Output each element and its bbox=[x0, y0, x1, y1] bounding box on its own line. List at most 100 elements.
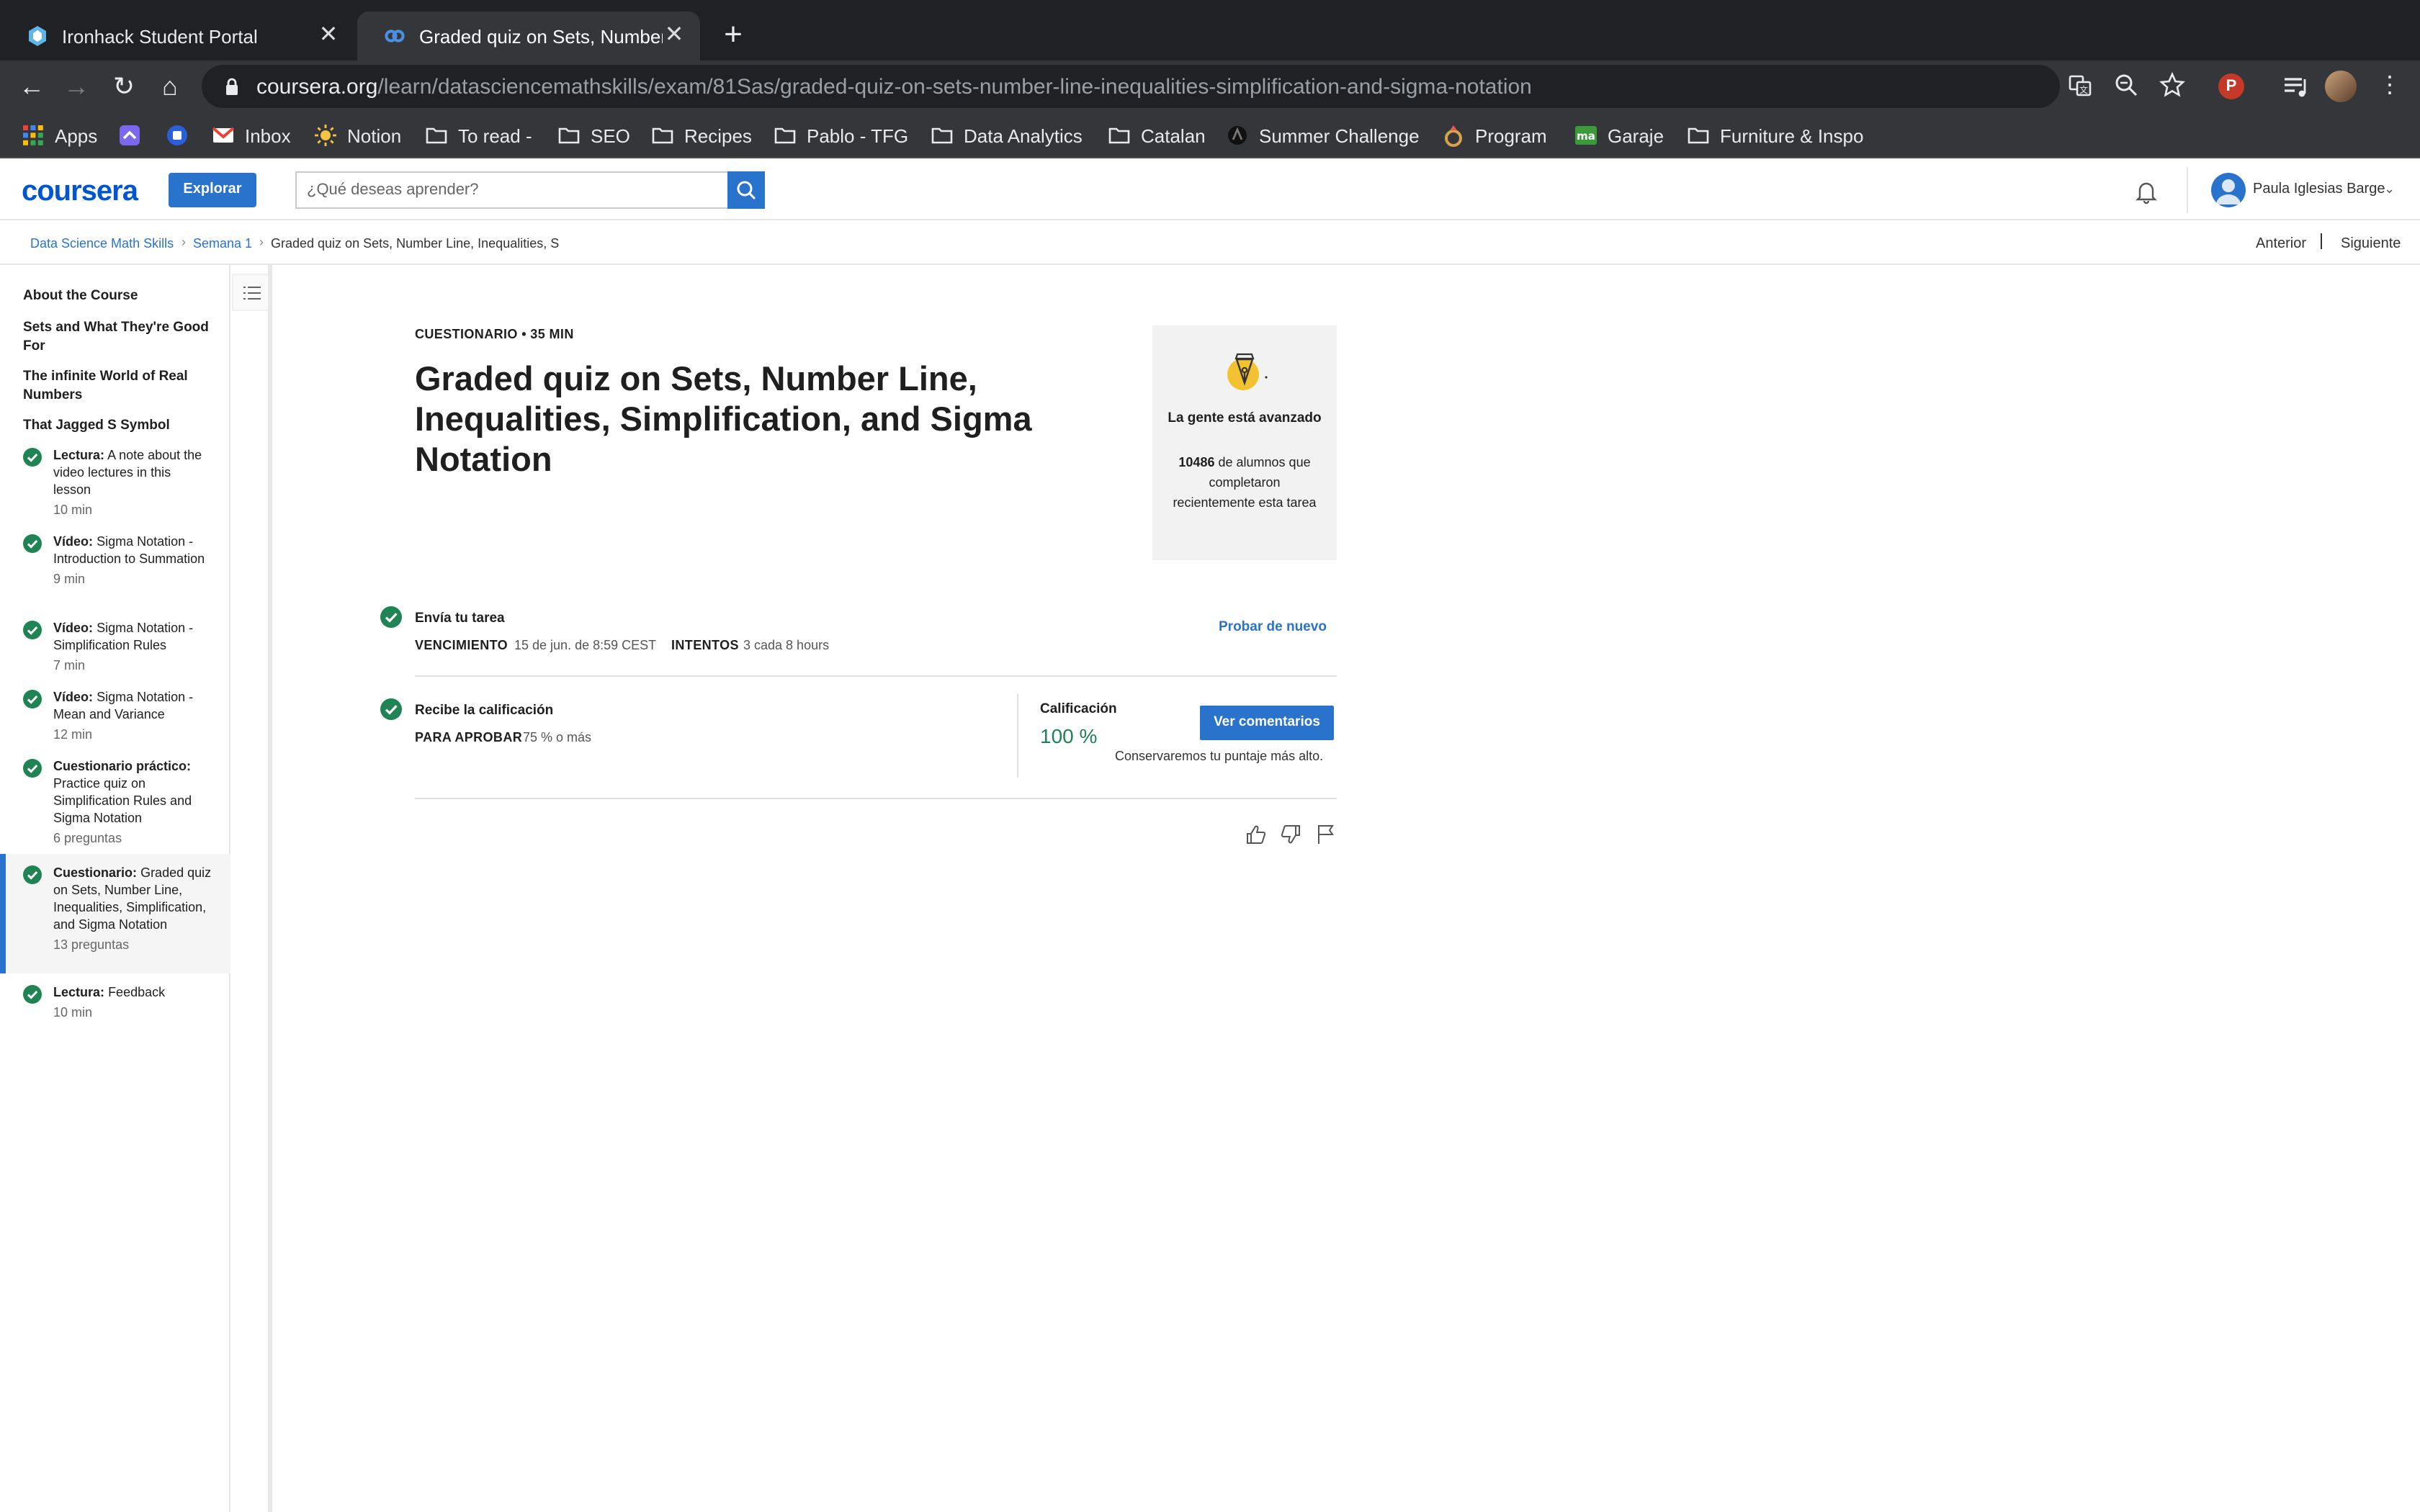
bookmark-folder-to-read[interactable]: To read - bbox=[425, 122, 532, 148]
breadcrumb-week[interactable]: Semana 1 bbox=[193, 236, 252, 251]
sidebar-item-practice-quiz[interactable]: Cuestionario práctico: Practice quiz on … bbox=[0, 755, 230, 852]
forward-icon[interactable]: → bbox=[60, 71, 92, 102]
item-kind: Vídeo: bbox=[53, 690, 94, 704]
user-avatar[interactable] bbox=[2211, 173, 2246, 207]
folder-icon bbox=[652, 127, 673, 144]
bookmark-label: Pablo - TFG bbox=[807, 125, 909, 146]
bookmark-folder-seo[interactable]: SEO bbox=[557, 122, 630, 148]
content-divider bbox=[268, 265, 272, 1512]
grade-value: 100 % bbox=[1040, 724, 1098, 747]
bookmark-label: Apps bbox=[55, 125, 98, 146]
gmail-icon bbox=[212, 127, 235, 143]
item-meta: 10 min bbox=[53, 1005, 93, 1020]
folder-icon bbox=[774, 127, 796, 144]
bookmark-garaje[interactable]: ma Garaje bbox=[1574, 122, 1664, 148]
svg-text:文: 文 bbox=[2079, 84, 2088, 95]
media-queue-icon[interactable] bbox=[2280, 71, 2312, 102]
list-toggle-icon bbox=[243, 287, 261, 300]
profile-avatar[interactable] bbox=[2325, 71, 2357, 102]
next-link[interactable]: Siguiente bbox=[2341, 236, 2401, 252]
bookmark-blue-app[interactable] bbox=[166, 122, 199, 148]
bookmark-label: Program bbox=[1475, 125, 1547, 146]
flag-icon[interactable] bbox=[1315, 824, 1335, 845]
bookmark-folder-recipes[interactable]: Recipes bbox=[651, 122, 752, 148]
item-meta: 10 min bbox=[53, 503, 93, 517]
svg-text:ma: ma bbox=[1577, 130, 1595, 143]
user-name[interactable]: Paula Iglesias Barge bbox=[2253, 181, 2385, 197]
folder-icon bbox=[1688, 127, 1709, 144]
chevron-right-icon: › bbox=[182, 235, 186, 249]
bookmark-star-icon[interactable] bbox=[2159, 72, 2185, 98]
thumbs-up-icon[interactable] bbox=[1246, 824, 1266, 845]
item-meta: 9 min bbox=[53, 572, 86, 586]
retry-link[interactable]: Probar de nuevo bbox=[1219, 619, 1327, 635]
close-tab-icon[interactable]: ✕ bbox=[663, 24, 686, 48]
address-bar[interactable]: coursera.org/learn/datasciencemathskills… bbox=[202, 65, 2060, 108]
sidebar-item-video-simplification-rules[interactable]: Vídeo: Sigma Notation - Simplification R… bbox=[0, 616, 230, 681]
sun-icon bbox=[315, 125, 336, 146]
sidebar-section[interactable]: The infinite World of Real Numbers bbox=[23, 367, 210, 405]
sidebar-item-graded-quiz[interactable]: Cuestionario: Graded quiz on Sets, Numbe… bbox=[0, 854, 230, 973]
item-type-duration: CUESTIONARIO • 35 MIN bbox=[415, 327, 574, 341]
thumbs-down-icon[interactable] bbox=[1281, 824, 1301, 845]
item-kind: Lectura: bbox=[53, 448, 105, 462]
close-tab-icon[interactable]: ✕ bbox=[317, 24, 340, 48]
sidebar-item-lecture-feedback[interactable]: Lectura: Feedback 10 min bbox=[0, 981, 230, 1030]
coursera-logo[interactable]: coursera bbox=[22, 176, 138, 209]
item-kind: Cuestionario práctico: bbox=[53, 759, 192, 773]
previous-link[interactable]: Anterior bbox=[2256, 236, 2306, 252]
due-value: 15 de jun. de 8:59 CEST bbox=[514, 638, 657, 652]
folder-icon bbox=[931, 127, 953, 144]
bookmark-notion[interactable]: Notion bbox=[314, 122, 401, 148]
sidebar-section[interactable]: That Jagged S Symbol bbox=[23, 416, 210, 435]
ironhack-favicon-icon bbox=[29, 26, 46, 46]
bookmark-label: Garaje bbox=[1608, 125, 1664, 146]
tab-title: Ironhack Student Portal bbox=[62, 25, 258, 47]
search-input[interactable] bbox=[295, 171, 727, 209]
view-feedback-button[interactable]: Ver comentarios bbox=[1200, 706, 1334, 740]
home-icon[interactable]: ⌂ bbox=[154, 71, 186, 102]
dark-site-icon bbox=[1228, 126, 1247, 145]
grade-divider bbox=[1017, 694, 1018, 778]
new-tab-icon[interactable]: + bbox=[717, 18, 749, 50]
chevron-down-icon[interactable]: ⌄ bbox=[2384, 181, 2395, 197]
bookmark-clickup[interactable] bbox=[118, 122, 151, 148]
browser-tab-strip: Ironhack Student Portal ✕ Graded quiz on… bbox=[0, 0, 2420, 60]
sidebar-item-lecture-note[interactable]: Lectura: A note about the video lectures… bbox=[0, 444, 230, 526]
bookmark-label: Recipes bbox=[684, 125, 752, 146]
pass-value: 75 % o más bbox=[523, 730, 592, 744]
sidebar-section[interactable]: Sets and What They're Good For bbox=[23, 318, 210, 356]
bookmark-summer-challenge[interactable]: Summer Challenge bbox=[1226, 122, 1420, 148]
profile-extension-icon[interactable]: P bbox=[2218, 73, 2244, 99]
breadcrumb-course[interactable]: Data Science Math Skills bbox=[30, 236, 174, 251]
browser-tab-ironhack[interactable]: Ironhack Student Portal ✕ bbox=[0, 12, 354, 60]
bookmark-folder-furniture[interactable]: Furniture & Inspo bbox=[1687, 122, 1863, 148]
search-button[interactable] bbox=[727, 171, 765, 209]
bookmarks-bar: Apps Inbox Notion To read - SEO Recipes bbox=[0, 112, 2420, 158]
bookmark-folder-pablo-tfg[interactable]: Pablo - TFG bbox=[774, 122, 908, 148]
bookmark-apps[interactable]: Apps bbox=[22, 122, 97, 148]
bookmark-label: Data Analytics bbox=[964, 125, 1083, 146]
sidebar-toggle-button[interactable] bbox=[232, 274, 269, 311]
browser-tab-coursera[interactable]: Graded quiz on Sets, Number L ✕ bbox=[357, 12, 700, 60]
bookmark-inbox[interactable]: Inbox bbox=[212, 122, 291, 148]
reload-icon[interactable]: ↻ bbox=[108, 71, 140, 102]
bookmark-folder-data-analytics[interactable]: Data Analytics bbox=[931, 122, 1083, 148]
sidebar-section[interactable]: About the Course bbox=[23, 287, 210, 305]
sidebar-item-text: Cuestionario: Graded quiz on Sets, Numbe… bbox=[53, 864, 212, 953]
sidebar-item-text: Vídeo: Sigma Notation - Mean and Varianc… bbox=[53, 688, 212, 743]
zoom-icon[interactable] bbox=[2113, 72, 2139, 98]
bookmark-label: Catalan bbox=[1141, 125, 1206, 146]
explore-button[interactable]: Explorar bbox=[169, 173, 256, 207]
bookmark-program[interactable]: Program bbox=[1442, 122, 1547, 148]
sidebar-item-video-mean-variance[interactable]: Vídeo: Sigma Notation - Mean and Varianc… bbox=[0, 685, 230, 750]
kebab-menu-icon[interactable]: ⋮ bbox=[2374, 71, 2406, 102]
attempts-value: 3 cada 8 hours bbox=[743, 638, 830, 652]
sidebar-item-video-intro-summation[interactable]: Vídeo: Sigma Notation - Introduction to … bbox=[0, 530, 230, 612]
notification-bell-icon[interactable] bbox=[2133, 179, 2159, 204]
back-icon[interactable]: ← bbox=[16, 71, 48, 102]
stats-count: 10486 bbox=[1178, 455, 1215, 469]
item-meta: 13 preguntas bbox=[53, 937, 130, 952]
bookmark-folder-catalan[interactable]: Catalan bbox=[1108, 122, 1206, 148]
translate-icon[interactable]: 文 bbox=[2067, 72, 2093, 98]
